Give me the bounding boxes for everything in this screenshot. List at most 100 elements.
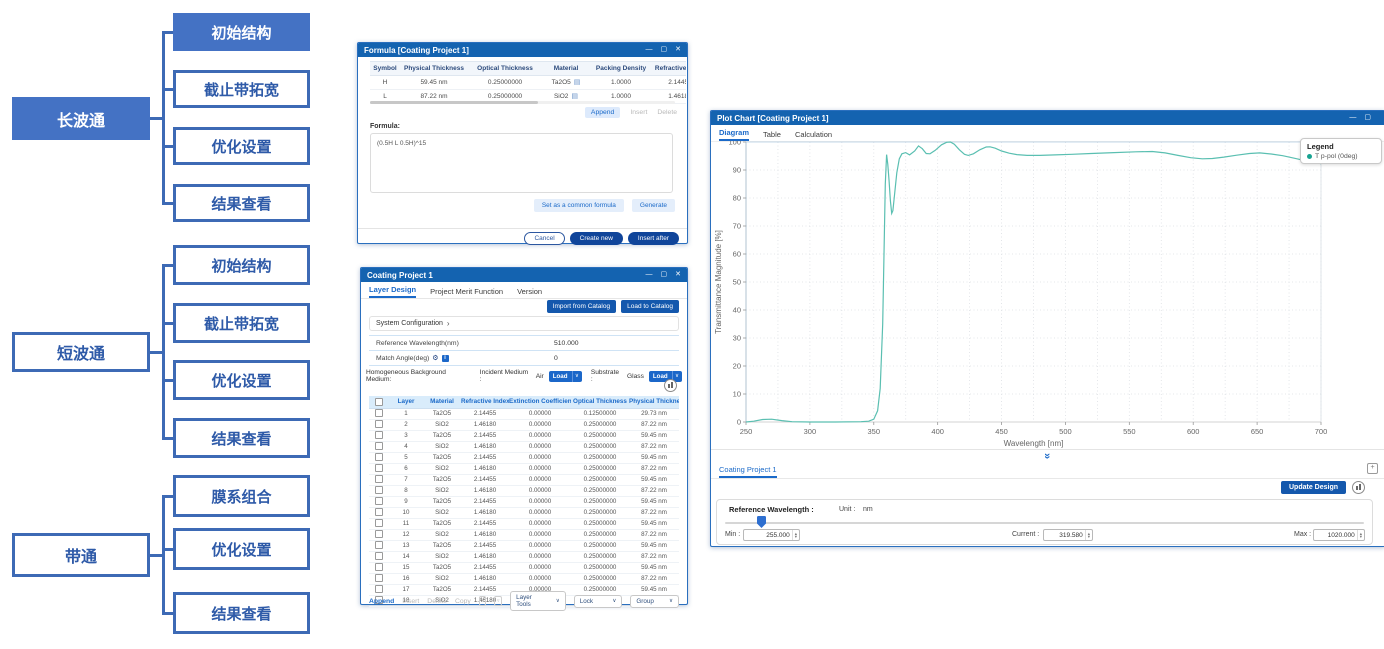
row-checkbox[interactable] <box>375 475 383 483</box>
insert-row-button[interactable]: Insert <box>630 109 647 116</box>
spinner-icon[interactable]: ▴▾ <box>1357 530 1364 540</box>
table-row[interactable]: 15Ta2O52.144550.000000.2500000059.45 nm <box>369 563 679 574</box>
table-row[interactable]: 7Ta2O52.144550.000000.2500000059.45 nm <box>369 475 679 486</box>
gear-icon[interactable]: ⚙ <box>432 354 438 362</box>
group-dropdown[interactable]: Group ∨ <box>630 595 679 608</box>
current-input[interactable]: 319.580 ▴▾ <box>1043 529 1093 541</box>
tab-table[interactable]: Table <box>763 130 781 141</box>
table-row[interactable]: 8SiO21.461800.000000.2500000087.22 nm <box>369 486 679 497</box>
horizontal-scrollbar-track[interactable] <box>370 101 675 104</box>
row-checkbox[interactable] <box>375 552 383 560</box>
table-row[interactable]: 11Ta2O52.144550.000000.2500000059.45 nm <box>369 519 679 530</box>
set-common-formula-button[interactable]: Set as a common formula <box>534 199 624 212</box>
maximize-icon[interactable]: ▢ <box>661 43 668 57</box>
table-row[interactable]: 13Ta2O52.144550.000000.2500000059.45 nm <box>369 541 679 552</box>
minimize-icon[interactable]: — <box>646 43 653 57</box>
close-icon[interactable]: ✕ <box>675 43 681 57</box>
dropdown-icon[interactable]: ∨ <box>672 373 682 379</box>
table-row[interactable]: 2SiO21.461800.000000.2500000087.22 nm <box>369 420 679 431</box>
close-icon[interactable]: ✕ <box>675 268 681 282</box>
row-checkbox[interactable] <box>375 519 383 527</box>
table-row[interactable]: 5Ta2O52.144550.000000.2500000059.45 nm <box>369 453 679 464</box>
minimize-icon[interactable]: — <box>646 268 653 282</box>
incident-load-button[interactable]: Load ∨ <box>549 371 582 382</box>
select-all-checkbox[interactable] <box>375 398 383 406</box>
copy-layer-button[interactable]: Copy <box>455 598 471 605</box>
row-checkbox[interactable] <box>375 508 383 516</box>
table-row[interactable]: 10SiO21.461800.000000.2500000087.22 nm <box>369 508 679 519</box>
row-checkbox[interactable] <box>375 530 383 538</box>
table-row[interactable]: 9Ta2O52.144550.000000.2500000059.45 nm <box>369 497 679 508</box>
expand-plus-icon[interactable]: + <box>1367 463 1378 474</box>
maximize-icon[interactable]: ▢ <box>661 268 668 282</box>
reference-wavelength-value[interactable]: 510.000 <box>554 340 579 347</box>
double-chevron-down-icon[interactable]: » <box>1041 450 1053 462</box>
table-row[interactable]: 4SiO21.461800.000000.2500000087.22 nm <box>369 442 679 453</box>
row-checkbox[interactable] <box>375 409 383 417</box>
horizontal-scrollbar-thumb[interactable] <box>370 101 538 104</box>
row-checkbox[interactable] <box>375 453 383 461</box>
update-design-button[interactable]: Update Design <box>1281 481 1346 494</box>
min-input[interactable]: 255.000 ▴▾ <box>743 529 800 541</box>
material-cell[interactable]: Ta2O5▤ <box>542 76 590 89</box>
coating-titlebar[interactable]: Coating Project 1 — ▢ ✕ <box>361 268 687 282</box>
row-checkbox[interactable] <box>375 541 383 549</box>
row-checkbox[interactable] <box>375 486 383 494</box>
row-checkbox[interactable] <box>375 420 383 428</box>
match-angle-value[interactable]: 0 <box>554 355 558 362</box>
row-checkbox[interactable] <box>375 442 383 450</box>
row-checkbox[interactable] <box>375 431 383 439</box>
insert-layer-button[interactable]: Insert <box>402 598 419 605</box>
row-checkbox[interactable] <box>375 574 383 582</box>
table-row[interactable]: 3Ta2O52.144550.000000.2500000059.45 nm <box>369 431 679 442</box>
spinner-icon[interactable]: ▴▾ <box>792 530 799 540</box>
tab-diagram[interactable]: Diagram <box>719 128 749 141</box>
chart-icon-button[interactable] <box>664 379 677 392</box>
spinner-icon[interactable]: ▴▾ <box>1085 530 1092 540</box>
info-icon[interactable]: i <box>442 355 449 362</box>
dropdown-icon[interactable]: ∨ <box>572 373 582 379</box>
append-layer-button[interactable]: Append <box>369 598 394 605</box>
delete-row-button[interactable]: Delete <box>657 109 677 116</box>
max-input[interactable]: 1020.000 ▴▾ <box>1313 529 1365 541</box>
wavelength-slider-track[interactable] <box>725 522 1364 524</box>
row-checkbox[interactable] <box>375 464 383 472</box>
project-subtab[interactable]: Coating Project 1 <box>719 465 777 478</box>
material-catalog-icon[interactable]: ▤ <box>574 79 581 86</box>
material-catalog-icon[interactable]: ▤ <box>571 93 578 100</box>
insert-after-button[interactable]: Insert after <box>628 232 679 245</box>
move-down-button[interactable]: ▿ <box>494 596 502 606</box>
move-up-button[interactable]: ▵ <box>479 596 487 606</box>
cell: 0.00000 <box>509 475 571 485</box>
tab-project-merit-function[interactable]: Project Merit Function <box>430 287 503 298</box>
row-checkbox[interactable] <box>375 497 383 505</box>
plot-titlebar[interactable]: Plot Chart [Coating Project 1] — ▢ <box>711 111 1384 125</box>
maximize-icon[interactable]: ▢ <box>1364 111 1371 125</box>
table-row[interactable]: H59.45 nm0.25000000Ta2O5▤1.00002.14455 <box>370 76 686 90</box>
tab-calculation[interactable]: Calculation <box>795 130 832 141</box>
append-row-button[interactable]: Append <box>585 107 620 118</box>
table-row[interactable]: 14SiO21.461800.000000.2500000087.22 nm <box>369 552 679 563</box>
table-row[interactable]: 12SiO21.461800.000000.2500000087.22 nm <box>369 530 679 541</box>
import-from-catalog-button[interactable]: Import from Catalog <box>547 300 616 313</box>
delete-layer-button[interactable]: Delete <box>427 598 447 605</box>
cancel-button[interactable]: Cancel <box>524 232 564 245</box>
row-checkbox[interactable] <box>375 563 383 571</box>
tab-layer-design[interactable]: Layer Design <box>369 285 416 298</box>
table-row[interactable]: 6SiO21.461800.000000.2500000087.22 nm <box>369 464 679 475</box>
chart-legend: Legend T p-pol (0deg) <box>1300 138 1382 164</box>
minimize-icon[interactable]: — <box>1349 111 1356 125</box>
formula-titlebar[interactable]: Formula [Coating Project 1] — ▢ ✕ <box>358 43 687 57</box>
table-row[interactable]: 16SiO21.461800.000000.2500000087.22 nm <box>369 574 679 585</box>
wavelength-slider-thumb[interactable] <box>757 516 766 528</box>
lock-dropdown[interactable]: Lock ∨ <box>574 595 623 608</box>
layer-tools-dropdown[interactable]: Layer Tools ∨ <box>510 591 566 611</box>
table-row[interactable]: 1Ta2O52.144550.000000.1250000029.73 nm <box>369 409 679 420</box>
load-to-catalog-button[interactable]: Load to Catalog <box>621 300 679 313</box>
tab-version[interactable]: Version <box>517 287 542 298</box>
chart-icon-button[interactable] <box>1352 481 1365 494</box>
system-configuration-section[interactable]: System Configuration › <box>369 316 679 331</box>
generate-button[interactable]: Generate <box>632 199 675 212</box>
create-new-button[interactable]: Create new <box>570 232 623 245</box>
formula-input[interactable]: (0.5H L 0.5H)^15 <box>370 133 673 193</box>
